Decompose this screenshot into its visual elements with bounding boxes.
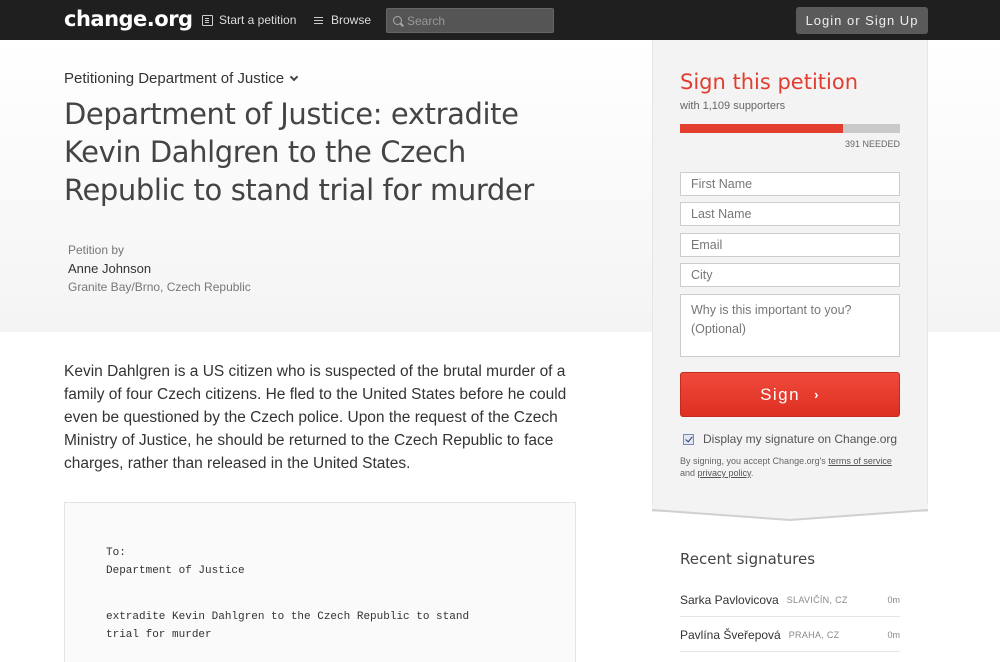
start-petition-link[interactable]: Start a petition [202,13,296,27]
letter-recipient: Department of Justice [106,565,245,577]
top-navbar: change.org Start a petition Browse Login… [0,0,1000,40]
chevron-right-icon: › [814,387,820,402]
sign-petition-title: Sign this petition [680,70,859,94]
supporters-count: with 1,109 supporters [680,100,786,112]
email-field[interactable] [680,233,900,257]
browse-label: Browse [331,13,372,27]
login-signup-button[interactable]: Login or Sign Up [796,7,928,34]
signer-name: Sarka Pavlovicova [680,592,779,607]
signature-row: Pavlína Šveřepová PRAHA, CZ 0m [680,618,900,652]
last-name-field[interactable] [680,202,900,226]
petitioning-target[interactable]: Petitioning Department of Justice [64,70,299,87]
letter-line-1: extradite Kevin Dahlgren to the Czech Re… [106,611,470,623]
signature-time: 0m [887,594,900,605]
city-field[interactable] [680,263,900,287]
list-icon [314,15,325,26]
terms-and: and [680,468,698,478]
author-location: Granite Bay/Brno, Czech Republic [68,280,251,294]
recent-signatures-title: Recent signatures [680,550,816,568]
privacy-policy-link[interactable]: privacy policy [698,468,751,478]
petition-author[interactable]: Anne Johnson [68,261,151,276]
chevron-down-icon [289,72,299,81]
search-input[interactable] [407,13,547,28]
petition-description: Kevin Dahlgren is a US citizen who is su… [64,363,567,472]
display-signature-option: Display my signature on Change.org [683,432,897,446]
terms-of-service-link[interactable]: terms of service [828,456,892,466]
terms-prefix: By signing, you accept Change.org's [680,456,829,466]
signature-time: 0m [887,629,900,640]
terms-notice: By signing, you accept Change.org's term… [680,455,900,479]
progress-fill [680,124,843,133]
change-org-logo[interactable]: change.org [64,7,193,31]
display-signature-checkbox[interactable] [683,433,694,445]
sign-button[interactable]: Sign › [680,372,900,417]
petition-icon [202,14,213,26]
start-petition-label: Start a petition [219,13,297,27]
signatures-needed: 391 NEEDED [844,139,900,149]
terms-suffix: . [750,468,754,478]
petitioning-label: Petitioning Department of Justice [64,70,285,87]
petition-title: Department of Justice: extradite Kevin D… [64,97,534,207]
search-icon [393,16,402,25]
letter-line-2: trial for murder [106,629,212,641]
petition-letter: To: Department of Justice extradite Kevi… [64,502,576,662]
reason-field[interactable] [680,294,900,357]
petition-by-label: Petition by [68,243,125,257]
search-box [386,8,554,33]
signature-row: Sarka Pavlovicova SLAVIČÍN, CZ 0m [680,583,900,617]
signature-progress-bar [680,124,900,133]
display-signature-label[interactable]: Display my signature on Change.org [703,432,897,446]
letter-to-label: To: [106,547,126,559]
sign-button-label: Sign [760,384,801,404]
browse-link[interactable]: Browse [314,13,371,27]
signer-location: PRAHA, CZ [788,629,840,640]
first-name-field[interactable] [680,172,900,196]
signer-location: SLAVIČÍN, CZ [786,594,848,605]
signer-name: Pavlína Šveřepová [680,627,781,642]
panel-notch-divider [652,504,928,522]
